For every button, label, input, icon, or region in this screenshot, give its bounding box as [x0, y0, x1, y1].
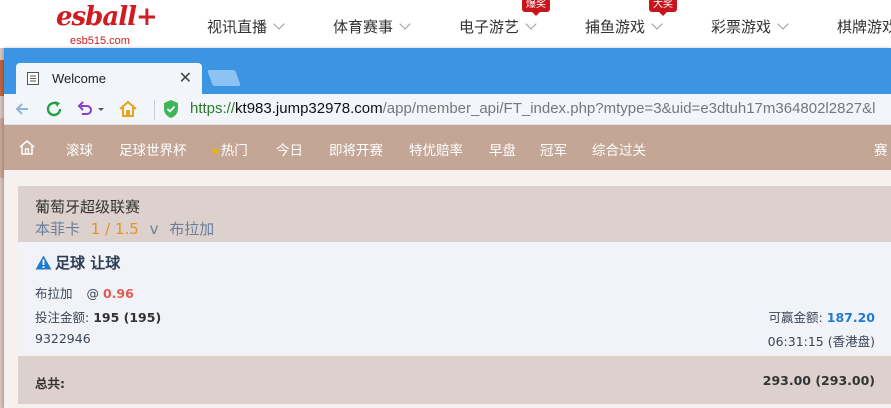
nav-live-video[interactable]: 视讯直播: [207, 16, 285, 37]
chevron-down-icon: [273, 18, 285, 30]
undo-icon[interactable]: [74, 98, 96, 120]
handicap: 1 / 1.5: [90, 220, 139, 238]
odds-at: @: [86, 286, 100, 301]
bet-detail: 足球 让球 布拉加 @ 0.96 投注金额: 195 (195) 可赢金额: 1…: [18, 242, 891, 354]
bet-slip-page: 葡萄牙超级联赛 本菲卡 1 / 1.5 v 布拉加 足球 让球 布拉加 @ 0.…: [4, 170, 891, 408]
win-value: 187.20: [826, 310, 875, 325]
nav-slots[interactable]: 电子游艺: [459, 16, 537, 37]
menu-special-odds[interactable]: 特优赔率: [409, 139, 463, 159]
menu-outright[interactable]: 冠军: [540, 139, 567, 159]
win-label: 可赢金额:: [768, 310, 823, 325]
logo-text: esball+: [56, 2, 158, 32]
url-path: /app/member_api/FT_index.php?mtype=3&uid…: [382, 100, 876, 117]
page-icon: [27, 72, 39, 85]
nav-label: 棋牌游戏: [837, 18, 891, 36]
chevron-down-icon[interactable]: [96, 98, 106, 120]
chevron-down-icon: [651, 18, 663, 30]
matchup: 本菲卡 1 / 1.5 v 布拉加: [35, 218, 214, 239]
url-input[interactable]: https://kt983.jump32978.com/app/member_a…: [190, 100, 875, 117]
match-header: 葡萄牙超级联赛 本菲卡 1 / 1.5 v 布拉加: [18, 186, 891, 242]
nav-label: 体育赛事: [333, 18, 394, 36]
total-row: 总共: 293.00 (293.00): [18, 356, 891, 404]
chevron-down-icon: [525, 18, 537, 30]
nav-lottery[interactable]: 彩票游戏: [711, 16, 789, 37]
tab-welcome[interactable]: Welcome ✕: [16, 63, 202, 94]
close-icon[interactable]: ✕: [179, 68, 192, 87]
refresh-icon[interactable]: [43, 98, 65, 120]
menu-in-play[interactable]: 滚球: [66, 139, 93, 159]
home-icon[interactable]: [117, 98, 139, 120]
nav-label: 视讯直播: [207, 18, 268, 36]
menu-hot[interactable]: ★热门: [210, 139, 248, 159]
site-logo[interactable]: esball+ esb515.com: [56, 2, 160, 48]
vs-label: v: [149, 220, 159, 238]
menu-hot-label: 热门: [220, 143, 248, 159]
home-team: 本菲卡: [35, 220, 81, 238]
menu-starting-soon[interactable]: 即将开赛: [329, 139, 383, 159]
bet-type-label: 足球 让球: [55, 254, 121, 272]
odds-value: 0.96: [102, 286, 134, 301]
menu-today[interactable]: 今日: [276, 139, 303, 159]
url-host: kt983.jump32978.com: [235, 100, 383, 117]
selection: 布拉加: [35, 286, 73, 301]
stake-label: 投注金额:: [35, 310, 90, 325]
total-label: 总共:: [35, 376, 65, 391]
nav-label: 电子游艺: [459, 18, 520, 36]
back-icon[interactable]: [12, 98, 34, 120]
new-tab-button[interactable]: [207, 70, 241, 86]
divider: [154, 100, 155, 120]
menu-world-cup[interactable]: 足球世界杯: [119, 139, 187, 159]
browser-window: Welcome ✕ https://kt983.jump32978.com/ap…: [4, 48, 891, 408]
home-icon[interactable]: [18, 139, 36, 156]
league-name: 葡萄牙超级联赛: [35, 198, 141, 216]
url-scheme: https://: [190, 100, 236, 117]
menu-early[interactable]: 早盘: [489, 139, 516, 159]
menu-parlay[interactable]: 综合过关: [592, 139, 646, 159]
shield-icon[interactable]: [162, 99, 180, 119]
chevron-down-icon: [399, 18, 411, 30]
site-nav: 视讯直播 体育赛事 电子游艺 爆奖 捕鱼游戏 大奖 彩票游戏 棋牌游戏: [200, 0, 891, 48]
nav-label: 捕鱼游戏: [585, 18, 646, 36]
site-header: esball+ esb515.com 视讯直播 体育赛事 电子游艺 爆奖 捕鱼游…: [0, 0, 891, 48]
hot-badge: 爆奖: [522, 0, 550, 16]
sports-menu-bar: 滚球 足球世界杯 ★热门 今日 即将开赛 特优赔率 早盘 冠军 综合过关 赛: [4, 125, 891, 170]
selection-row: 布拉加 @ 0.96: [35, 283, 134, 302]
chevron-down-icon: [777, 18, 789, 30]
bet-time: 06:31:15 (香港盘): [767, 334, 875, 349]
nav-sports[interactable]: 体育赛事: [333, 16, 411, 37]
nav-fishing[interactable]: 捕鱼游戏: [585, 16, 663, 37]
jackpot-badge: 大奖: [649, 0, 677, 16]
total-value: 293.00 (293.00): [762, 373, 875, 388]
star-icon: ★: [210, 144, 221, 158]
warning-icon: [35, 255, 52, 270]
nav-board-games[interactable]: 棋牌游戏: [837, 16, 891, 37]
away-team: 布拉加: [169, 220, 215, 238]
menu-more[interactable]: 赛: [874, 139, 888, 159]
win-row: 可赢金额: 187.20: [769, 307, 875, 326]
tab-title: Welcome: [52, 71, 106, 86]
ticket-id: 9322946: [35, 331, 91, 346]
tab-bar: Welcome ✕: [4, 48, 891, 94]
address-bar: https://kt983.jump32978.com/app/member_a…: [4, 94, 891, 125]
bet-type-title: 足球 让球: [35, 252, 120, 273]
stake-value: 195 (195): [93, 310, 162, 325]
logo-domain: esb515.com: [70, 35, 130, 47]
nav-label: 彩票游戏: [711, 18, 772, 36]
stake-row: 投注金额: 195 (195): [35, 307, 161, 326]
